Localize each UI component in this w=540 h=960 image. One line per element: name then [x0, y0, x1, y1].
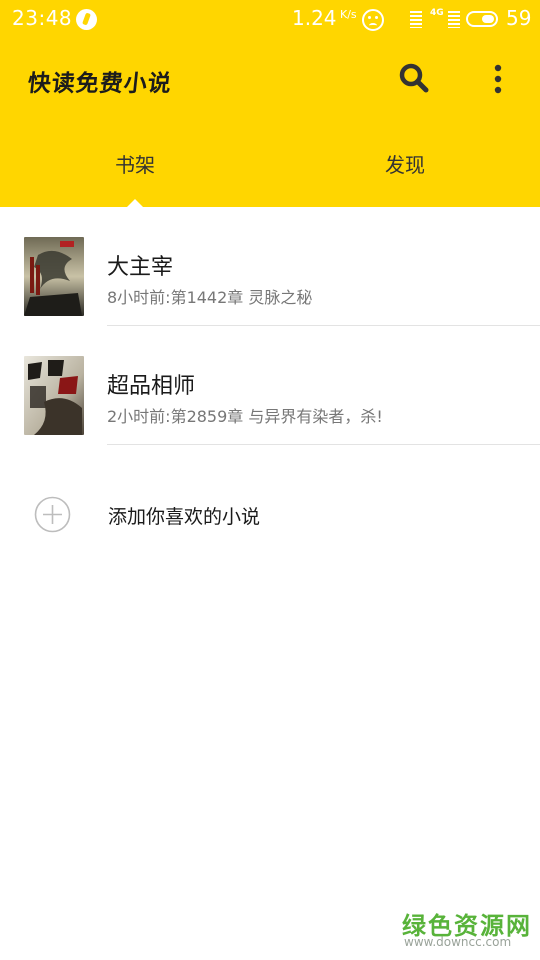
divider	[107, 444, 540, 445]
book-latest-chapter: 2小时前:第2859章 与异界有染者，杀!	[107, 407, 383, 426]
network-type: 4G	[430, 8, 444, 18]
app-bar: 快读免费小说	[0, 38, 540, 122]
app-title: 快读免费小说	[26, 71, 174, 97]
more-vert-icon[interactable]	[480, 60, 516, 100]
book-item[interactable]: 大主宰 8小时前:第1442章 灵脉之秘	[0, 207, 540, 326]
add-novel-label: 添加你喜欢的小说	[108, 506, 261, 528]
network-speed: 1.24	[292, 6, 337, 30]
watermark-url: www.downcc.com	[404, 935, 512, 949]
add-novel-button[interactable]: 添加你喜欢的小说	[0, 456, 540, 574]
book-item[interactable]: 超品相师 2小时前:第2859章 与异界有染者，杀!	[0, 326, 540, 445]
tab-selected-indicator	[127, 199, 143, 207]
battery-icon	[466, 11, 498, 27]
app-header: 23:48 1.24 K/s 4G 59 快读免费小说 书架 发现	[0, 0, 540, 207]
tab-bar: 书架 发现	[0, 122, 540, 207]
status-bar: 23:48 1.24 K/s 4G 59	[0, 0, 540, 38]
book-title: 超品相师	[107, 374, 196, 399]
book-title: 大主宰	[107, 255, 174, 280]
add-circle-icon	[34, 496, 71, 533]
status-time: 23:48	[12, 6, 73, 30]
face-icon	[362, 9, 384, 31]
network-speed-unit: K/s	[340, 8, 357, 21]
signal-icon	[448, 11, 460, 28]
book-cover-image	[24, 356, 84, 435]
tab-discover[interactable]: 发现	[270, 122, 540, 207]
book-cover-image	[24, 237, 84, 316]
search-icon[interactable]	[396, 60, 432, 96]
battery-level: 59	[506, 6, 532, 30]
notification-app-icon	[76, 9, 97, 30]
book-latest-chapter: 8小时前:第1442章 灵脉之秘	[107, 288, 313, 307]
signal-icon	[410, 11, 422, 28]
tab-bookshelf[interactable]: 书架	[0, 122, 270, 207]
